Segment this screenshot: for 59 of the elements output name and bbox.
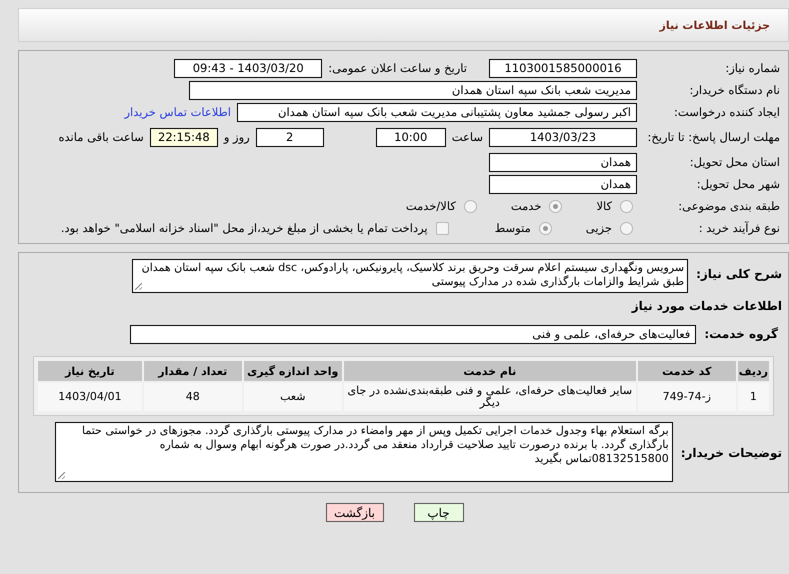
text-field[interactable]: همدان (489, 174, 637, 194)
back-button[interactable]: بازگشت (326, 503, 384, 522)
radio-button[interactable] (620, 222, 633, 234)
checkbox[interactable] (436, 222, 449, 234)
field-label: ایجاد کننده درخواست: (673, 105, 781, 119)
text-field[interactable]: اکبر رسولی جمشید معاون پشتیبانی مدیریت شعب بانک سپه استان همدان (237, 102, 637, 122)
table-cell: شعب (244, 383, 342, 411)
field-label: ساعت باقی مانده (58, 130, 144, 144)
text-area[interactable]: سرویس ونگهداری سیستم اعلام سرقت وحریق برند کلاسیک، پایرونیکس، پارادوکس، dsc شعب بانک سپه استان همدان طبق شرایط والزامات بارگذاری شده در مدارک پیوستی (132, 259, 688, 293)
contact-link[interactable]: اطلاعات تماس خریدار (124, 105, 231, 119)
radio-button[interactable] (538, 222, 552, 234)
field-label: نام دستگاه خریدار: (688, 83, 781, 97)
table-cell: 1 (738, 383, 769, 411)
radio-button[interactable] (549, 200, 562, 212)
text-field[interactable]: 1103001585000016 (489, 58, 637, 78)
field-label: شرح کلی نیاز: (696, 267, 783, 282)
area-text: سرویس ونگهداری سیستم اعلام سرقت وحریق برند کلاسیک، پایرونیکس، پارادوکس، dsc شعب بانک سپه استان همدان طبق شرایط والزامات بارگذاری شده در مدارک پیوستی (142, 261, 684, 288)
field-label: شماره نیاز: (724, 61, 781, 75)
column-header: تعداد / مقدار (144, 361, 242, 381)
option-label: كالا (596, 199, 612, 213)
radio-button[interactable] (464, 200, 477, 212)
text-field[interactable]: 10:00 (376, 128, 446, 146)
field-label: شهر محل تحویل: (696, 177, 781, 191)
text-field[interactable]: 1403/03/20 - 09:43 (174, 58, 322, 78)
field-label: طبقه بندی موضوعی: (677, 199, 781, 213)
text-field[interactable]: 2 (256, 128, 324, 146)
payment-note: پرداخت تمام یا بخشی از مبلغ خرید،از محل "اسناد خزانه اسلامی" خواهد بود. (60, 221, 428, 235)
radio-button[interactable] (620, 200, 633, 212)
option-label: جزیی (586, 221, 612, 235)
field-label: تاریخ و ساعت اعلان عمومی: (328, 61, 467, 75)
table-cell: سایر فعالیت‌های حرفه‌ای، علمی و فنی طبقه‌بندی‌نشده در جای دیگر (344, 383, 636, 411)
option-label: كالا/خدمت (406, 199, 456, 213)
table-cell: ز-74-749 (638, 383, 736, 411)
option-label: متوسط (494, 221, 531, 235)
field-label: روز و (224, 130, 250, 144)
column-header: کد خدمت (638, 361, 736, 381)
area-text: برگه استعلام بهاء وجدول خدمات اجرایی تکمیل وپس از مهر وامضاء در مدارک پیوستی بارگذاری گردد. مجوزهای در خواستی حتما بارگذاری گردد. با برنده درصورت تایید صلاحیت قرارداد منعقد می گردد.در صورت هرگونه ابهام وسوال به شماره 08132515800تماس بگیرید (82, 424, 669, 465)
field-label: استان محل تحویل: (688, 155, 781, 169)
countdown-field[interactable]: 22:15:48 (150, 128, 218, 146)
print-button[interactable]: چاپ (414, 503, 464, 522)
field-label: گروه خدمت: (704, 327, 779, 342)
field-label: توضیحات خریدار: (680, 446, 783, 461)
column-header: واحد اندازه گیری (244, 361, 342, 381)
field-label: مهلت ارسال پاسخ: تا تاریخ: (646, 130, 781, 144)
text-field[interactable]: 1403/03/23 (489, 128, 637, 146)
column-header: تاریخ نیاز (38, 361, 142, 381)
section-title: اطلاعات خدمات مورد نیاز (630, 299, 783, 313)
option-label: خدمت (510, 199, 542, 213)
text-field[interactable]: همدان (489, 152, 637, 172)
field-label: ساعت (452, 130, 483, 144)
text-field[interactable]: مدیریت شعب بانک سپه استان همدان (189, 80, 637, 100)
text-area[interactable] (54, 422, 673, 482)
text-field[interactable]: فعالیت‌های حرفه‌ای، علمی و فنی (130, 325, 696, 344)
table-cell: 1403/04/01 (38, 383, 142, 411)
column-header: نام خدمت (344, 361, 636, 381)
column-header: ردیف (738, 361, 769, 381)
table-cell: 48 (144, 383, 242, 411)
field-label: نوع فرآیند خرید : (698, 221, 781, 235)
page-title: جزئیات اطلاعات نیاز (660, 18, 770, 32)
